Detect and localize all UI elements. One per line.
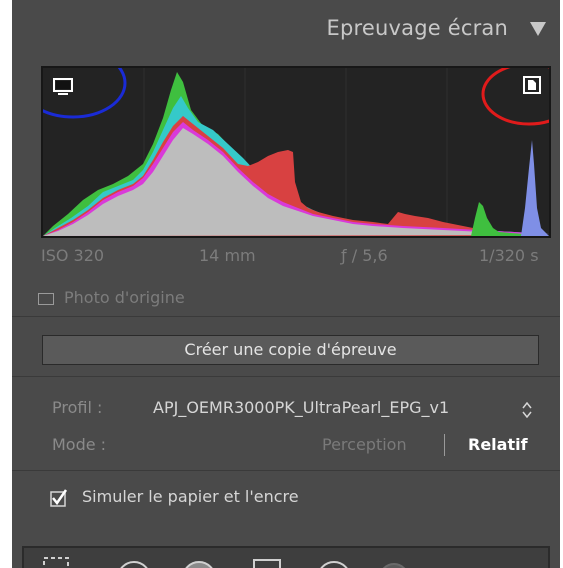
simulate-paper-ink-checkbox[interactable] bbox=[50, 489, 68, 507]
exif-info-row: ISO 320 14 mm ƒ / 5,6 1/320 s bbox=[41, 240, 551, 274]
up-down-stepper-icon[interactable] bbox=[522, 402, 532, 418]
monitor-icon[interactable] bbox=[53, 78, 73, 96]
red-eye-icon bbox=[185, 561, 213, 568]
mode-option-perception[interactable]: Perception bbox=[322, 435, 407, 454]
panel-title[interactable]: Epreuvage écran bbox=[327, 16, 509, 40]
triangle-down-icon[interactable] bbox=[530, 22, 546, 36]
divider bbox=[12, 470, 560, 471]
exif-focal-length: 14 mm bbox=[199, 246, 256, 265]
page-icon[interactable] bbox=[523, 76, 541, 94]
soft-proofing-panel: Epreuvage écran ISO 320 14 mm ƒ / 5,6 1/… bbox=[12, 0, 560, 568]
spot-removal-icon bbox=[120, 561, 148, 568]
toolbar-icons bbox=[43, 557, 406, 568]
mode-option-relatif[interactable]: Relatif bbox=[468, 435, 528, 454]
exif-aperture: ƒ / 5,6 bbox=[341, 246, 388, 265]
original-photo-label[interactable]: Photo d'origine bbox=[64, 288, 185, 307]
original-photo-checkbox[interactable] bbox=[38, 293, 54, 305]
divider bbox=[12, 376, 560, 377]
mode-label: Mode : bbox=[52, 435, 107, 454]
develop-tools-toolbar bbox=[22, 546, 550, 568]
adjustment-brush-icon bbox=[382, 563, 406, 568]
histogram-graph bbox=[43, 68, 549, 236]
create-proof-copy-button[interactable]: Créer une copie d'épreuve bbox=[42, 335, 539, 365]
profile-label: Profil : bbox=[52, 398, 103, 417]
panel-header[interactable]: Epreuvage écran bbox=[12, 0, 560, 62]
mode-separator bbox=[444, 434, 445, 456]
profile-select[interactable]: APJ_OEMR3000PK_UltraPearl_EPG_v1 bbox=[153, 398, 449, 417]
radial-filter-icon bbox=[320, 561, 348, 568]
exif-shutter-speed: 1/320 s bbox=[479, 246, 539, 265]
exif-iso: ISO 320 bbox=[41, 246, 105, 265]
graduated-filter-icon bbox=[253, 559, 281, 568]
divider bbox=[12, 316, 560, 317]
histogram bbox=[41, 66, 551, 238]
simulate-paper-ink-label[interactable]: Simuler le papier et l'encre bbox=[82, 487, 299, 506]
crop-icon bbox=[43, 557, 69, 568]
